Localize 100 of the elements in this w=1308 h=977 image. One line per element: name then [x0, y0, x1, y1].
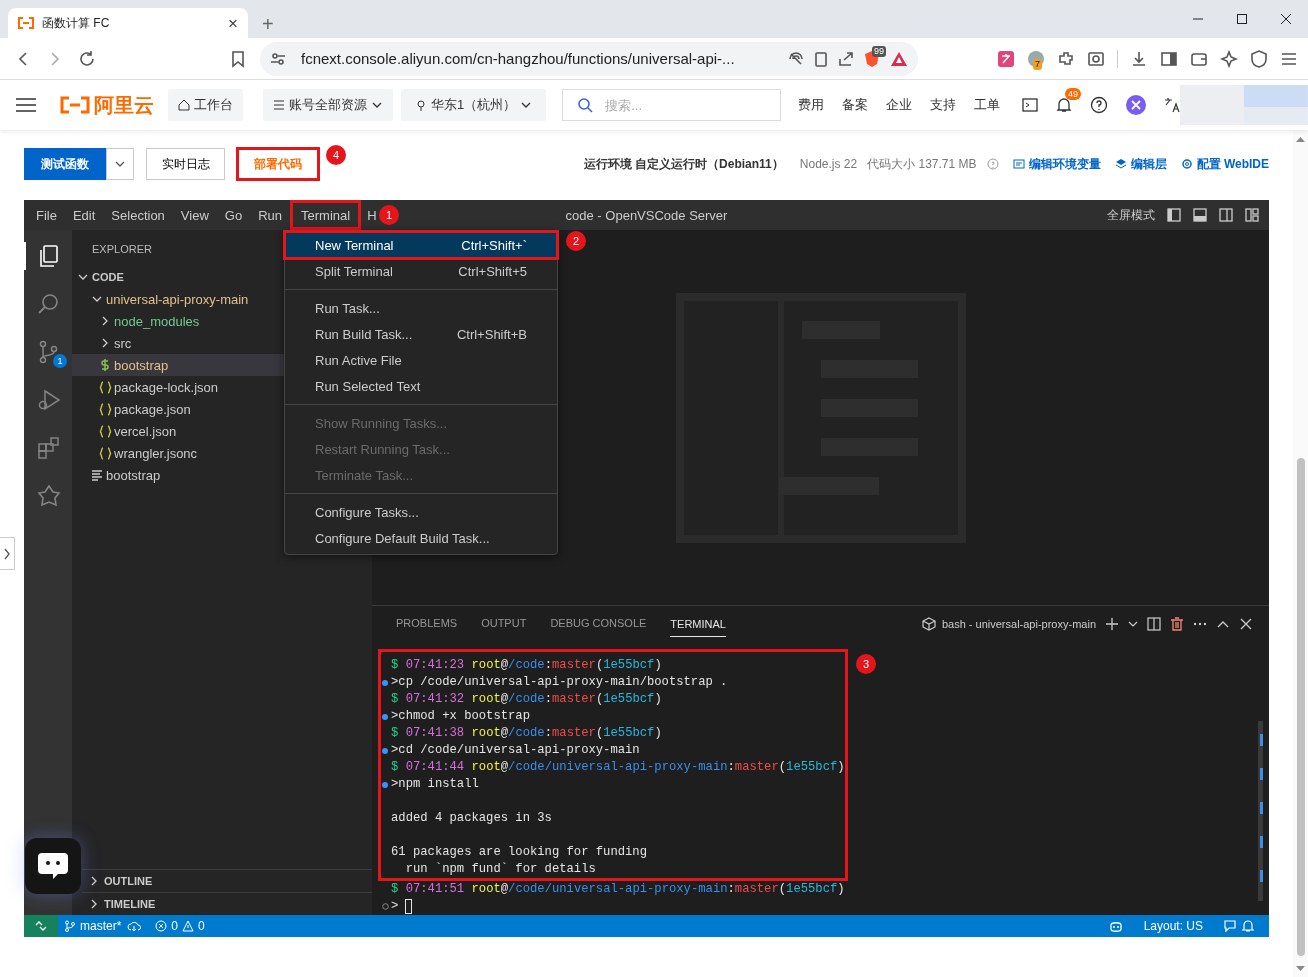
command-line: >cp /code/universal-api-proxy-main/bootstrap .: [391, 674, 728, 691]
menu-icon[interactable]: [16, 97, 36, 113]
menu-item[interactable]: File: [28, 200, 65, 230]
env-link[interactable]: 编辑环境变量: [1012, 155, 1101, 173]
run-debug-icon[interactable]: [37, 388, 61, 412]
shield-outline-icon[interactable]: [1250, 49, 1268, 68]
layer-link[interactable]: 编辑层: [1114, 155, 1167, 173]
toggle-secondary-sidebar-icon[interactable]: [1219, 208, 1233, 222]
menu-item[interactable]: Run: [250, 200, 290, 230]
menu-item[interactable]: New Terminal Ctrl+Shift+`: [285, 232, 557, 258]
terminal-icon[interactable]: [1022, 97, 1039, 113]
config-link[interactable]: 配置 WebIDE: [1180, 155, 1269, 173]
resources-dropdown[interactable]: 账号全部资源: [263, 89, 393, 121]
language-icon[interactable]: [1164, 97, 1181, 113]
star-shape-icon[interactable]: [37, 484, 61, 508]
cloud-sync-icon[interactable]: [127, 920, 142, 932]
problems-button[interactable]: 0 0: [149, 919, 211, 933]
toggle-sidebar-icon[interactable]: [1167, 208, 1181, 222]
command-marker-icon: [382, 713, 388, 720]
sidebar-icon[interactable]: [1160, 49, 1178, 68]
plus-icon[interactable]: [1105, 616, 1119, 631]
clipboard-icon[interactable]: [813, 50, 829, 67]
header-link[interactable]: 工单: [974, 96, 1001, 114]
realtime-log-button[interactable]: 实时日志: [146, 148, 225, 180]
terminal-selector[interactable]: bash - universal-api-proxy-main: [921, 616, 1096, 631]
command-marker-icon: [382, 679, 388, 686]
copilot-icon[interactable]: [1107, 919, 1124, 933]
menu-item[interactable]: Terminal: [290, 200, 362, 230]
callout-number: 4: [326, 145, 346, 165]
scrollbar-thumb[interactable]: [1297, 458, 1305, 956]
prompt-line: $ 07:41:44 root@/code/universal-api-proxy-main:master(1e55bcf): [391, 759, 845, 776]
menu-item[interactable]: Configure Tasks...: [285, 499, 557, 525]
files-icon[interactable]: [37, 244, 61, 268]
region-dropdown[interactable]: 华东1（杭州）: [401, 89, 547, 121]
close-tab-button[interactable]: ×: [228, 14, 238, 32]
read-aloud-icon[interactable]: [788, 50, 804, 67]
header-link[interactable]: 备案: [842, 96, 869, 114]
search-icon[interactable]: [37, 292, 61, 316]
header-link[interactable]: 支持: [930, 96, 957, 114]
section-header[interactable]: OUTLINE: [82, 869, 372, 892]
fullscreen-button[interactable]: 全屏模式: [1107, 206, 1155, 224]
panel-tab[interactable]: OUTPUT: [469, 606, 539, 641]
menu-item[interactable]: Go: [216, 200, 251, 230]
extensions-icon[interactable]: [37, 436, 61, 460]
split-icon[interactable]: [1147, 616, 1161, 631]
trash-icon[interactable]: [1170, 616, 1184, 631]
output-line: run `npm fund` for details: [404, 861, 596, 878]
address-bar[interactable]: fcnext.console.aliyun.com/cn-hangzhou/functions/universal-api-... 99: [260, 41, 918, 76]
site-settings-icon[interactable]: [270, 50, 286, 67]
bookmark-icon[interactable]: [230, 49, 246, 68]
list-icon: [273, 99, 285, 111]
extensions-icon[interactable]: [1057, 49, 1075, 68]
translate-icon[interactable]: [997, 49, 1015, 68]
chat-button[interactable]: [25, 838, 81, 894]
bell-icon[interactable]: [1056, 97, 1073, 113]
scroll-marker: [1260, 768, 1263, 780]
cursor: [405, 899, 413, 914]
output-line: 61 packages are looking for funding: [391, 844, 647, 861]
menu-item[interactable]: Run Task...: [285, 295, 557, 321]
logo-icon: [60, 96, 90, 114]
cube-icon: [921, 616, 936, 631]
search-field[interactable]: 搜索...: [562, 89, 782, 121]
download-icon[interactable]: [1130, 49, 1148, 68]
share-icon[interactable]: [838, 50, 854, 67]
scroll-up-icon[interactable]: [1296, 136, 1305, 142]
menu-item[interactable]: Edit: [64, 200, 104, 230]
customize-layout-icon[interactable]: [1245, 208, 1259, 222]
menu-item[interactable]: H: [361, 200, 377, 230]
menu-item[interactable]: Split Terminal Ctrl+Shift+5: [285, 258, 557, 284]
menu-item[interactable]: Configure Default Build Task...: [285, 525, 557, 551]
feedback-icon[interactable]: [1223, 919, 1237, 933]
header-link[interactable]: 费用: [798, 96, 825, 114]
menu-item[interactable]: Selection: [103, 200, 173, 230]
workbench-button[interactable]: 工作台: [168, 89, 243, 121]
env-icon: [1012, 158, 1025, 170]
search-input[interactable]: 搜索...: [603, 96, 758, 114]
test-function-button[interactable]: 测试函数: [24, 148, 106, 180]
help-icon[interactable]: [1090, 96, 1109, 114]
maximize-icon[interactable]: [1236, 13, 1248, 25]
panel-tab[interactable]: DEBUG CONSOLE: [538, 606, 659, 641]
scroll-down-icon[interactable]: [1296, 966, 1305, 972]
menu-item[interactable]: Run Selected Text: [285, 373, 557, 399]
sparkle-icon[interactable]: [1220, 49, 1238, 68]
menu-item[interactable]: View: [172, 200, 217, 230]
panel-tab[interactable]: PROBLEMS: [384, 606, 470, 641]
close-icon[interactable]: [1280, 13, 1292, 25]
toggle-panel-icon[interactable]: [1193, 208, 1207, 222]
screenshot-icon[interactable]: [1087, 49, 1105, 68]
assistant-icon[interactable]: [1126, 95, 1147, 115]
menu-item[interactable]: Run Build Task... Ctrl+Shift+B: [285, 321, 557, 347]
panel-tab[interactable]: TERMINAL: [658, 606, 738, 641]
header-link[interactable]: 企业: [886, 96, 913, 114]
reload-icon[interactable]: [78, 49, 96, 68]
scroll-marker: [1260, 802, 1263, 814]
chevron-right-icon[interactable]: [3, 547, 11, 560]
branch-button[interactable]: master*: [58, 919, 128, 933]
browser-tab[interactable]: 函数计算 FC ×: [8, 8, 248, 38]
keyboard-layout-button[interactable]: Layout: US: [1137, 919, 1209, 933]
count-badge: 49: [1065, 88, 1082, 100]
new-tab-button[interactable]: +: [262, 14, 274, 34]
